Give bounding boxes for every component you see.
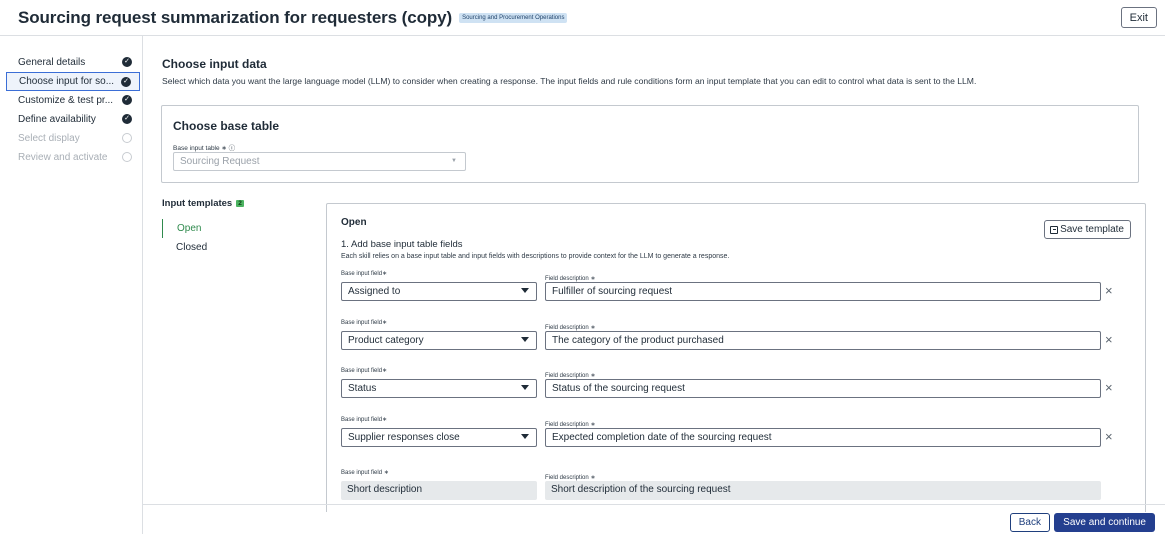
- section-heading: Choose input data: [162, 57, 267, 71]
- back-button[interactable]: Back: [1009, 513, 1050, 532]
- check-icon: ✓: [122, 95, 132, 105]
- base-input-table-label: Base input table ∗ ⓘ: [173, 145, 236, 152]
- field-row: Base input field∗ Field description ∗ As…: [341, 270, 1131, 310]
- template-panel: Open Save template 1. Add base input tab…: [326, 203, 1146, 512]
- base-input-table-value: Sourcing Request: [180, 156, 260, 167]
- field-row: Base input field∗ Field description ∗ Pr…: [341, 319, 1131, 359]
- page-title: Sourcing request summarization for reque…: [18, 7, 453, 27]
- field-description-label: Field description ∗: [545, 276, 596, 282]
- base-field-value: Assigned to: [348, 286, 401, 297]
- field-description-label: Field description ∗: [545, 325, 596, 331]
- field-row: Base input field∗ Field description ∗ St…: [341, 367, 1131, 407]
- template-tabs: Open Closed: [162, 219, 282, 257]
- save-icon: [1050, 225, 1059, 234]
- template-count-badge: 2: [236, 200, 244, 207]
- base-field-select[interactable]: Product category: [341, 331, 537, 350]
- base-field-select[interactable]: Assigned to: [341, 282, 537, 301]
- field-description-readonly: Short description of the sourcing reques…: [545, 481, 1101, 500]
- step-select-display: Select display: [6, 129, 140, 148]
- remove-row-icon[interactable]: ×: [1105, 284, 1113, 297]
- base-field-label: Base input field∗: [341, 320, 388, 326]
- base-field-value: Status: [348, 383, 377, 394]
- caret-down-icon: [521, 337, 529, 342]
- base-field-value: Supplier responses close: [348, 432, 460, 443]
- step-customize-test[interactable]: Customize & test pr... ✓: [6, 91, 140, 110]
- readonly-field-row: Base input field ∗ Field description ∗ S…: [341, 469, 1131, 509]
- category-badge: Sourcing and Procurement Operations: [459, 12, 568, 23]
- caret-down-icon: [521, 434, 529, 439]
- step-label: Choose input for so...: [19, 76, 115, 87]
- empty-circle-icon: [122, 133, 132, 143]
- step-choose-input[interactable]: Choose input for so... ✓: [6, 72, 140, 91]
- caret-down-icon: [521, 288, 529, 293]
- base-field-value: Product category: [348, 335, 424, 346]
- base-table-card: Choose base table Base input table ∗ ⓘ S…: [161, 105, 1139, 183]
- step-label: Select display: [18, 133, 80, 144]
- caret-down-icon: [521, 385, 529, 390]
- step-label: Customize & test pr...: [18, 95, 114, 106]
- save-template-button[interactable]: Save template: [1044, 220, 1131, 239]
- check-icon: ✓: [122, 114, 132, 124]
- field-row: Base input field∗ Field description ∗ Su…: [341, 416, 1131, 456]
- remove-row-icon[interactable]: ×: [1105, 430, 1113, 443]
- save-and-continue-button[interactable]: Save and continue: [1054, 513, 1155, 532]
- base-field-label: Base input field∗: [341, 368, 388, 374]
- wizard-steps: General details ✓ Choose input for so...…: [0, 36, 143, 534]
- field-description-input[interactable]: The category of the product purchased: [545, 331, 1101, 350]
- field-description-label: Field description ∗: [545, 422, 596, 428]
- exit-button[interactable]: Exit: [1120, 7, 1157, 28]
- add-fields-description: Each skill relies on a base input table …: [341, 253, 730, 260]
- step-label: General details: [18, 57, 86, 68]
- panel-title: Open: [341, 217, 367, 228]
- check-icon: ✓: [122, 57, 132, 67]
- field-description-label: Field description ∗: [545, 373, 596, 379]
- tab-open[interactable]: Open: [162, 219, 282, 238]
- chevron-down-icon: ▼: [451, 158, 457, 164]
- field-description-input[interactable]: Status of the sourcing request: [545, 379, 1101, 398]
- step-label: Define availability: [18, 114, 96, 125]
- remove-row-icon[interactable]: ×: [1105, 381, 1113, 394]
- base-input-table-select: Sourcing Request ▼: [173, 152, 466, 171]
- input-templates-title: Input templates: [162, 198, 233, 209]
- step-review-activate: Review and activate: [6, 148, 140, 167]
- section-description: Select which data you want the large lan…: [162, 76, 977, 86]
- base-table-title: Choose base table: [173, 119, 280, 133]
- field-description-input[interactable]: Fulfiller of sourcing request: [545, 282, 1101, 301]
- base-field-select[interactable]: Status: [341, 379, 537, 398]
- step-general-details[interactable]: General details ✓: [6, 53, 140, 72]
- input-templates-label: Input templates 2: [162, 198, 244, 209]
- step-label: Review and activate: [18, 152, 108, 163]
- field-description-input[interactable]: Expected completion date of the sourcing…: [545, 428, 1101, 447]
- save-template-label: Save template: [1060, 224, 1124, 235]
- field-description-label: Field description ∗: [545, 475, 596, 481]
- page-header: Sourcing request summarization for reque…: [0, 0, 1165, 36]
- base-field-readonly: Short description: [341, 481, 537, 500]
- base-field-label: Base input field∗: [341, 417, 388, 423]
- empty-circle-icon: [122, 152, 132, 162]
- check-icon: ✓: [121, 77, 131, 87]
- main-content: Choose input data Select which data you …: [143, 36, 1165, 512]
- step-define-availability[interactable]: Define availability ✓: [6, 110, 140, 129]
- base-field-label: Base input field∗: [341, 271, 388, 277]
- footer-bar: Back Save and continue: [143, 504, 1165, 534]
- base-field-label: Base input field ∗: [341, 470, 389, 476]
- remove-row-icon[interactable]: ×: [1105, 333, 1113, 346]
- tab-closed[interactable]: Closed: [162, 238, 282, 257]
- add-fields-heading: 1. Add base input table fields: [341, 239, 463, 250]
- base-field-select[interactable]: Supplier responses close: [341, 428, 537, 447]
